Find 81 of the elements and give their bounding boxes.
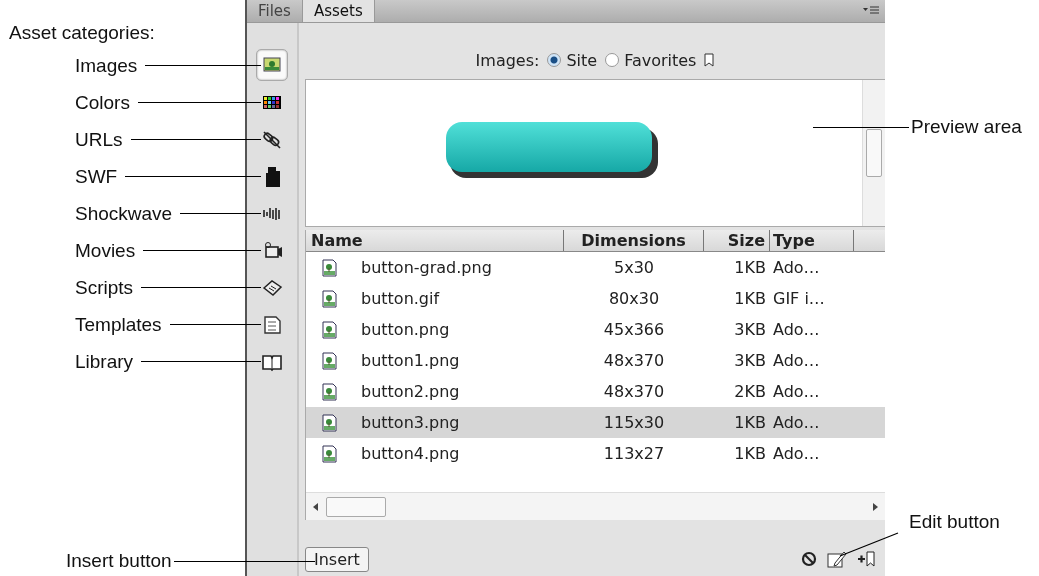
scroll-right-icon[interactable] (871, 501, 879, 512)
image-file-icon (322, 289, 337, 308)
table-cell-text: 45x366 (602, 320, 666, 339)
image-file-icon (322, 258, 337, 277)
image-file-icon (322, 382, 337, 401)
chain-link-icon (261, 128, 283, 150)
edit-icon[interactable] (827, 550, 847, 568)
radio-button[interactable] (605, 53, 620, 67)
callout-label: URLs (75, 128, 123, 151)
scroll-thumb[interactable] (866, 129, 882, 177)
callout-label: Preview area (911, 116, 1022, 138)
table-cell-text: 1KB (733, 413, 767, 432)
table-cell-text: 113x27 (602, 444, 666, 463)
file-name: button.png (361, 320, 450, 339)
column-header[interactable]: Type (770, 230, 854, 251)
table-row[interactable]: button2.png 48x370 2KB Ado… (306, 376, 885, 407)
file-name: button4.png (361, 444, 460, 463)
table-cell-text: GIF i… (772, 289, 826, 308)
scrollbar[interactable] (862, 80, 885, 226)
image-file-icon (322, 413, 337, 432)
table-cell-text: 2KB (733, 382, 767, 401)
bookmark-icon (704, 53, 715, 67)
scroll-thumb[interactable] (326, 496, 386, 517)
scroll-left-icon[interactable] (312, 501, 320, 512)
table-cell-text: Ado… (772, 444, 821, 463)
table-cell-text: 5x30 (613, 258, 655, 277)
table-cell-text: 1KB (733, 289, 767, 308)
table-cell-text: Ado… (772, 351, 821, 370)
callout-label: Images (75, 54, 138, 77)
radio-label[interactable]: Site (566, 50, 598, 70)
panel-menu-icon[interactable] (863, 6, 879, 16)
callout-label: Movies (75, 239, 136, 262)
table-cell-text: Ado… (772, 258, 821, 277)
table-row[interactable]: button1.png 48x370 3KB Ado… (306, 345, 885, 376)
callout-label: Templates (75, 313, 162, 336)
file-name: button.gif (361, 289, 440, 308)
column-header[interactable]: Size (704, 230, 770, 251)
panel-tab[interactable]: Assets (302, 0, 375, 22)
table-cell-text: 48x370 (602, 351, 666, 370)
callout-label: Scripts (75, 276, 134, 299)
column-header[interactable]: Dimensions (564, 230, 704, 251)
table-cell-text: 1KB (733, 258, 767, 277)
table-cell-text: 115x30 (602, 413, 666, 432)
callout-label: Edit button (908, 511, 1001, 533)
file-name: button1.png (361, 351, 460, 370)
callout-label: Library (75, 350, 134, 373)
callout-label: Colors (75, 91, 130, 114)
scrollbar[interactable] (306, 492, 885, 520)
file-name: button2.png (361, 382, 460, 401)
table-cell-text: Ado… (772, 382, 821, 401)
table-row[interactable]: button.png 45x366 3KB Ado… (306, 314, 885, 345)
file-name: button3.png (361, 413, 460, 432)
table-cell-text: Ado… (772, 413, 821, 432)
table-row[interactable]: button-grad.png 5x30 1KB Ado… (306, 252, 885, 283)
table-row[interactable]: button4.png 113x27 1KB Ado… (306, 438, 885, 469)
no-entry-icon[interactable] (801, 551, 817, 567)
panel-tab[interactable]: Files (247, 0, 303, 22)
table-row[interactable]: button.gif 80x30 1KB GIF i… (306, 283, 885, 314)
callout-label: Shockwave (75, 202, 173, 225)
insert-button[interactable]: Insert (305, 546, 369, 572)
image-file-icon (322, 444, 337, 463)
callout-label: SWF (75, 165, 118, 188)
column-header[interactable]: Name (306, 230, 564, 251)
add-bookmark-icon[interactable] (857, 550, 875, 568)
filter-label: Images: (475, 50, 540, 70)
table-cell-text: 3KB (733, 320, 767, 339)
table-cell-text: 1KB (733, 444, 767, 463)
page-icon (261, 313, 283, 335)
table-cell-text: 80x30 (607, 289, 661, 308)
radio-button[interactable] (547, 53, 562, 67)
radio-label[interactable]: Favorites (624, 50, 697, 70)
file-name: button-grad.png (361, 258, 492, 277)
image-file-icon (322, 320, 337, 339)
leader-line (839, 532, 899, 557)
table-row[interactable]: button3.png 115x30 1KB Ado… (306, 407, 885, 438)
caption-text: Asset categories: (8, 21, 156, 45)
table-cell-text: 3KB (733, 351, 767, 370)
table-cell-text: Ado… (772, 320, 821, 339)
image-file-icon (322, 351, 337, 370)
callout-label: Insert button (66, 550, 172, 572)
table-cell-text: 48x370 (602, 382, 666, 401)
